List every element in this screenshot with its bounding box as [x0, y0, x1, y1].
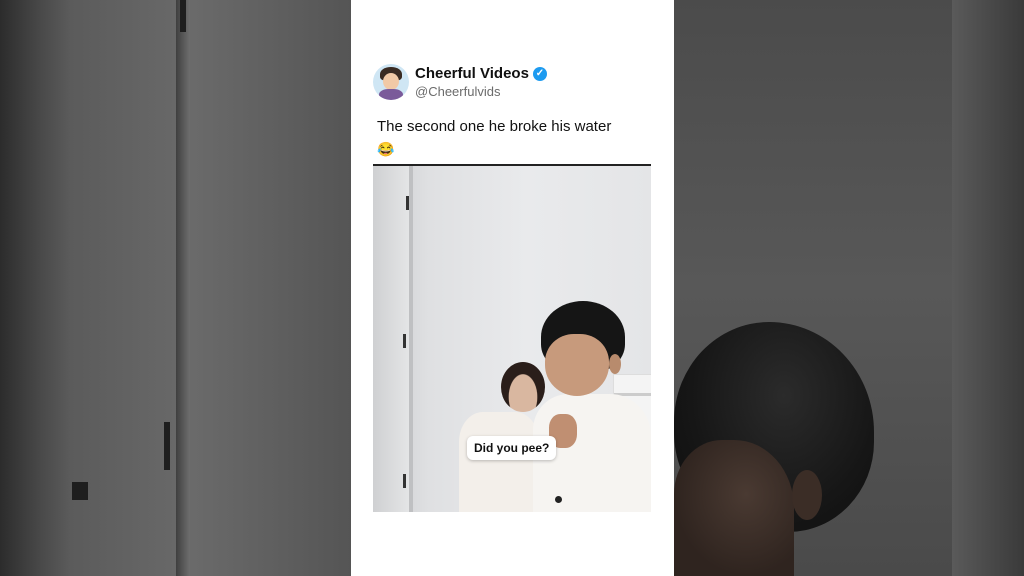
background-child-ear — [792, 470, 822, 520]
verified-badge-icon: ✓ — [532, 66, 547, 81]
background-panel — [952, 0, 1024, 576]
caption-text: The second one he broke his water — [377, 118, 612, 135]
boy-figure-face — [545, 334, 609, 396]
post-caption: The second one he broke his water 😂 — [377, 116, 647, 161]
video-frame[interactable]: Did you pee? — [373, 164, 651, 512]
background-hinge — [180, 0, 186, 32]
blurred-background-right — [674, 0, 1024, 576]
girl-figure-body — [459, 412, 539, 512]
post-card: Cheerful Videos ✓ @Cheerfulvids The seco… — [351, 0, 674, 576]
background-door-edge — [176, 0, 190, 576]
account-name[interactable]: Cheerful Videos — [415, 65, 529, 82]
avatar[interactable] — [373, 64, 409, 100]
background-child-face — [674, 440, 794, 576]
post-header: Cheerful Videos ✓ @Cheerfulvids — [373, 64, 653, 104]
video-caption-bubble: Did you pee? — [467, 436, 557, 460]
background-hinge — [164, 422, 170, 470]
blurred-background-left — [0, 0, 351, 576]
laughing-emoji-icon: 😂 — [377, 141, 395, 157]
background-hinge — [72, 482, 88, 500]
account-name-row: Cheerful Videos ✓ — [415, 65, 547, 82]
video-door — [373, 166, 413, 512]
girl-figure-head — [501, 362, 545, 412]
account-handle[interactable]: @Cheerfulvids — [415, 84, 500, 99]
